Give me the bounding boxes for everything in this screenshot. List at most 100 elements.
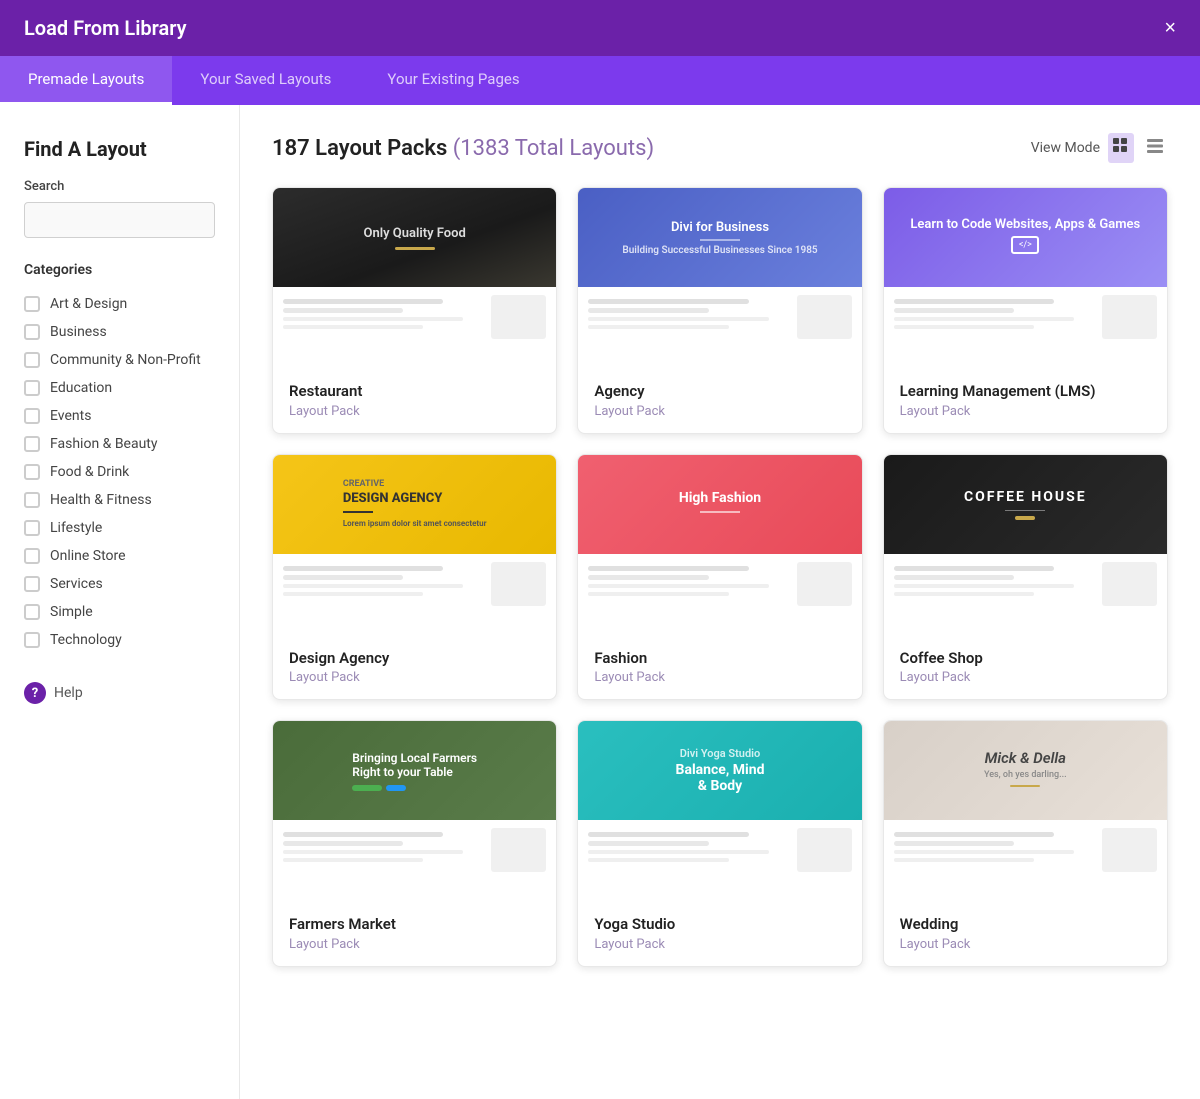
card-type-yoga: Layout Pack [594, 937, 845, 952]
view-mode-label: View Mode [1031, 140, 1100, 156]
category-item-fashion[interactable]: Fashion & Beauty [24, 430, 215, 458]
category-name-art: Art & Design [50, 296, 127, 312]
sidebar: Find A Layout Search Categories Art & De… [0, 105, 240, 1099]
card-info-design-agency: Design Agency Layout Pack [273, 635, 556, 700]
category-checkbox-community[interactable] [24, 352, 40, 368]
card-name-farmers: Farmers Market [289, 915, 540, 935]
category-name-simple: Simple [50, 604, 93, 620]
category-name-community: Community & Non-Profit [50, 352, 201, 368]
card-type-lms: Layout Pack [900, 404, 1151, 419]
tab-existing[interactable]: Your Existing Pages [359, 56, 547, 105]
search-input[interactable] [24, 202, 215, 238]
tab-saved[interactable]: Your Saved Layouts [172, 56, 359, 105]
category-item-business[interactable]: Business [24, 318, 215, 346]
card-type-coffee: Layout Pack [900, 670, 1151, 685]
layout-card-wedding[interactable]: Mick & DellaYes, oh yes darling... Weddi… [883, 720, 1168, 967]
category-item-health[interactable]: Health & Fitness [24, 486, 215, 514]
category-item-art[interactable]: Art & Design [24, 290, 215, 318]
category-checkbox-business[interactable] [24, 324, 40, 340]
category-item-simple[interactable]: Simple [24, 598, 215, 626]
card-preview-lms: Learn to Code Websites, Apps & Games</> [884, 188, 1167, 368]
card-name-wedding: Wedding [900, 915, 1151, 935]
category-item-lifestyle[interactable]: Lifestyle [24, 514, 215, 542]
card-preview-farmers: Bringing Local FarmersRight to your Tabl… [273, 721, 556, 901]
list-view-icon[interactable] [1142, 133, 1168, 163]
card-type-design-agency: Layout Pack [289, 670, 540, 685]
main-content: 187 Layout Packs (1383 Total Layouts) Vi… [240, 105, 1200, 1099]
card-info-coffee: Coffee Shop Layout Pack [884, 635, 1167, 700]
card-preview-design-agency: CREATIVEDESIGN AGENCYLorem ipsum dolor s… [273, 455, 556, 635]
card-name-coffee: Coffee Shop [900, 649, 1151, 669]
category-item-community[interactable]: Community & Non-Profit [24, 346, 215, 374]
card-preview-restaurant: Only Quality Food [273, 188, 556, 368]
category-checkbox-lifestyle[interactable] [24, 520, 40, 536]
card-info-yoga: Yoga Studio Layout Pack [578, 901, 861, 966]
category-checkbox-online-store[interactable] [24, 548, 40, 564]
category-name-technology: Technology [50, 632, 122, 648]
help-button[interactable]: ? Help [24, 682, 215, 704]
category-name-education: Education [50, 380, 112, 396]
find-layout-title: Find A Layout [24, 137, 215, 161]
card-type-restaurant: Layout Pack [289, 404, 540, 419]
card-name-agency: Agency [594, 382, 845, 402]
category-name-health: Health & Fitness [50, 492, 152, 508]
card-name-fashion: Fashion [594, 649, 845, 669]
card-preview-agency: Divi for BusinessBuilding Successful Bus… [578, 188, 861, 368]
layout-card-restaurant[interactable]: Only Quality Food Restaurant Layout Pack [272, 187, 557, 434]
card-preview-coffee: COFFEE HOUSE [884, 455, 1167, 635]
card-info-lms: Learning Management (LMS) Layout Pack [884, 368, 1167, 433]
categories-list: Art & Design Business Community & Non-Pr… [24, 290, 215, 654]
tab-premade[interactable]: Premade Layouts [0, 56, 172, 105]
layout-card-yoga[interactable]: Divi Yoga StudioBalance, Mind& Body Yoga… [577, 720, 862, 967]
category-item-services[interactable]: Services [24, 570, 215, 598]
category-checkbox-services[interactable] [24, 576, 40, 592]
category-name-food: Food & Drink [50, 464, 129, 480]
category-checkbox-fashion[interactable] [24, 436, 40, 452]
category-checkbox-art[interactable] [24, 296, 40, 312]
category-checkbox-education[interactable] [24, 380, 40, 396]
modal-header: Load From Library × [0, 0, 1200, 56]
card-type-farmers: Layout Pack [289, 937, 540, 952]
close-button[interactable]: × [1164, 18, 1176, 38]
help-label: Help [54, 685, 83, 701]
category-checkbox-events[interactable] [24, 408, 40, 424]
layout-card-design-agency[interactable]: CREATIVEDESIGN AGENCYLorem ipsum dolor s… [272, 454, 557, 701]
content-header: 187 Layout Packs (1383 Total Layouts) Vi… [272, 133, 1168, 163]
card-type-wedding: Layout Pack [900, 937, 1151, 952]
card-name-restaurant: Restaurant [289, 382, 540, 402]
grid-view-icon[interactable] [1108, 133, 1134, 163]
card-preview-yoga: Divi Yoga StudioBalance, Mind& Body [578, 721, 861, 901]
category-name-fashion: Fashion & Beauty [50, 436, 158, 452]
category-item-technology[interactable]: Technology [24, 626, 215, 654]
category-name-online-store: Online Store [50, 548, 126, 564]
category-name-services: Services [50, 576, 103, 592]
layout-card-lms[interactable]: Learn to Code Websites, Apps & Games</> … [883, 187, 1168, 434]
card-name-design-agency: Design Agency [289, 649, 540, 669]
card-info-wedding: Wedding Layout Pack [884, 901, 1167, 966]
category-item-education[interactable]: Education [24, 374, 215, 402]
tabs-bar: Premade Layouts Your Saved Layouts Your … [0, 56, 1200, 105]
layout-card-agency[interactable]: Divi for BusinessBuilding Successful Bus… [577, 187, 862, 434]
card-info-agency: Agency Layout Pack [578, 368, 861, 433]
card-name-lms: Learning Management (LMS) [900, 382, 1151, 402]
layout-card-farmers[interactable]: Bringing Local FarmersRight to your Tabl… [272, 720, 557, 967]
search-label: Search [24, 179, 215, 194]
category-checkbox-food[interactable] [24, 464, 40, 480]
category-name-events: Events [50, 408, 91, 424]
category-item-events[interactable]: Events [24, 402, 215, 430]
categories-label: Categories [24, 262, 215, 278]
layout-card-fashion[interactable]: High Fashion Fashion Layout Pack [577, 454, 862, 701]
category-name-business: Business [50, 324, 107, 340]
modal-container: Load From Library × Premade Layouts Your… [0, 0, 1200, 1099]
category-checkbox-health[interactable] [24, 492, 40, 508]
category-item-online-store[interactable]: Online Store [24, 542, 215, 570]
category-checkbox-technology[interactable] [24, 632, 40, 648]
card-info-fashion: Fashion Layout Pack [578, 635, 861, 700]
category-checkbox-simple[interactable] [24, 604, 40, 620]
category-item-food[interactable]: Food & Drink [24, 458, 215, 486]
layout-card-coffee[interactable]: COFFEE HOUSE Coffee Shop Layout Pack [883, 454, 1168, 701]
packs-count: 187 Layout Packs (1383 Total Layouts) [272, 136, 654, 161]
modal-body: Find A Layout Search Categories Art & De… [0, 105, 1200, 1099]
packs-summary: 187 Layout Packs (1383 Total Layouts) [272, 136, 654, 161]
modal-title: Load From Library [24, 16, 187, 40]
